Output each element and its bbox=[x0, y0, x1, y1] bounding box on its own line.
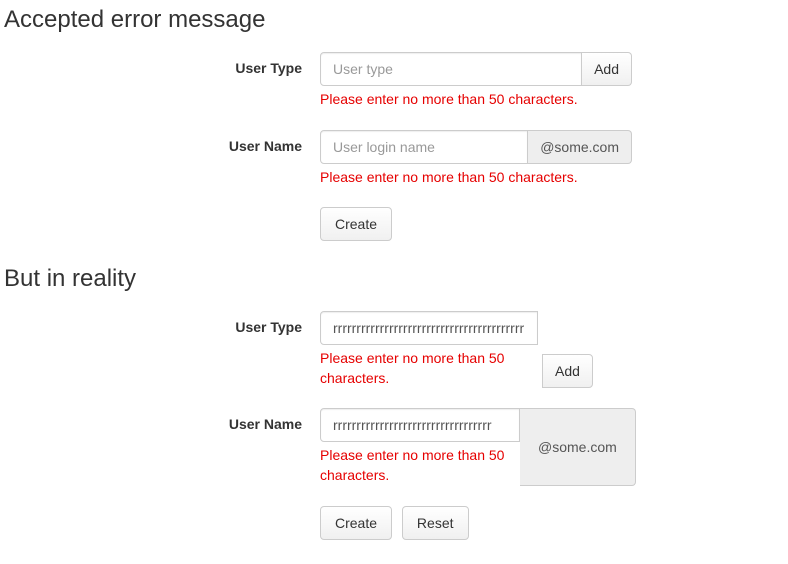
label-username-reality: User Name bbox=[0, 408, 320, 432]
row-username: User Name @some.com Please enter no more… bbox=[0, 130, 788, 188]
label-usertype-reality: User Type bbox=[0, 311, 320, 335]
error-username: Please enter no more than 50 characters. bbox=[320, 168, 632, 188]
label-username: User Name bbox=[0, 130, 320, 154]
error-usertype-reality: Please enter no more than 50 characters. bbox=[320, 349, 538, 388]
row-buttons-1: Create bbox=[0, 207, 788, 241]
create-button[interactable]: Create bbox=[320, 207, 392, 241]
row-usertype: User Type Add Please enter no more than … bbox=[0, 52, 788, 110]
input-usertype-reality[interactable] bbox=[320, 311, 538, 345]
reset-button[interactable]: Reset bbox=[402, 506, 469, 540]
input-username-reality[interactable] bbox=[320, 408, 520, 442]
label-usertype: User Type bbox=[0, 52, 320, 76]
addon-domain: @some.com bbox=[528, 130, 632, 164]
add-button-reality[interactable]: Add bbox=[542, 354, 593, 388]
row-buttons-2: Create Reset bbox=[0, 506, 788, 540]
add-button[interactable]: Add bbox=[582, 52, 632, 86]
error-username-reality: Please enter no more than 50 characters. bbox=[320, 446, 520, 485]
input-username[interactable] bbox=[320, 130, 528, 164]
addon-domain-reality: @some.com bbox=[520, 408, 636, 485]
input-usertype[interactable] bbox=[320, 52, 582, 86]
row-username-reality: User Name Please enter no more than 50 c… bbox=[0, 408, 788, 485]
row-usertype-reality: User Type Please enter no more than 50 c… bbox=[0, 311, 788, 388]
section-heading-reality: But in reality bbox=[4, 265, 788, 293]
section-heading-accepted: Accepted error message bbox=[4, 6, 788, 34]
error-usertype: Please enter no more than 50 characters. bbox=[320, 90, 632, 110]
section-accepted: Accepted error message User Type Add Ple… bbox=[0, 6, 788, 241]
section-reality: But in reality User Type Please enter no… bbox=[0, 265, 788, 539]
create-button-reality[interactable]: Create bbox=[320, 506, 392, 540]
